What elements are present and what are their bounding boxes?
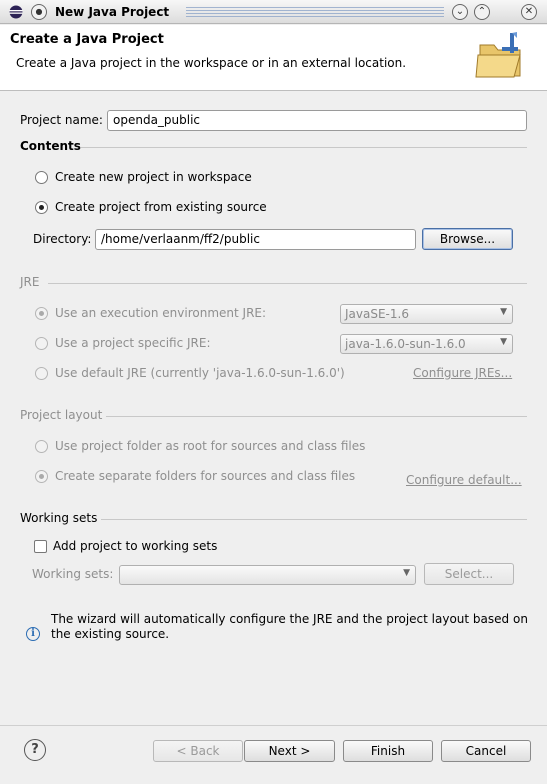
- select-working-sets-button[interactable]: Select...: [424, 563, 514, 585]
- execution-env-label: Use an execution environment JRE:: [55, 306, 267, 320]
- close-icon[interactable]: ✕: [521, 4, 537, 20]
- contents-group-title: Contents: [20, 139, 81, 153]
- create-new-radio[interactable]: [35, 171, 48, 184]
- chevron-down-icon: ▼: [500, 337, 507, 347]
- add-to-working-sets-checkbox[interactable]: [34, 540, 47, 553]
- project-specific-jre-label: Use a project specific JRE:: [55, 336, 211, 350]
- default-jre-radio[interactable]: [35, 367, 48, 380]
- separate-folders-radio[interactable]: [35, 470, 48, 483]
- create-existing-label[interactable]: Create project from existing source: [55, 200, 267, 214]
- info-message-line1: The wizard will automatically configure …: [51, 612, 528, 626]
- jre-group-title: JRE: [20, 275, 40, 289]
- back-button[interactable]: < Back: [153, 740, 243, 762]
- project-specific-jre-value: java-1.6.0-sun-1.6.0: [345, 337, 466, 351]
- project-folder-root-label: Use project folder as root for sources a…: [55, 439, 366, 453]
- wizard-banner: Create a Java Project Create a Java proj…: [0, 25, 547, 91]
- window-title: New Java Project: [55, 5, 170, 19]
- browse-button[interactable]: Browse...: [422, 228, 513, 250]
- separate-folders-label: Create separate folders for sources and …: [55, 469, 356, 483]
- chevron-down-icon: ▼: [500, 307, 507, 317]
- java-project-folder-icon: [475, 32, 521, 78]
- add-to-working-sets-label[interactable]: Add project to working sets: [53, 539, 217, 553]
- working-sets-label: Working sets:: [32, 567, 114, 581]
- working-sets-group-title: Working sets: [20, 511, 98, 525]
- project-specific-jre-select[interactable]: java-1.6.0-sun-1.6.0 ▼: [340, 334, 513, 354]
- project-specific-jre-radio[interactable]: [35, 337, 48, 350]
- info-icon: i: [26, 627, 40, 641]
- configure-jres-link[interactable]: Configure JREs...: [413, 366, 512, 380]
- help-icon[interactable]: ?: [24, 739, 46, 761]
- chevron-down-icon: ▼: [403, 568, 410, 578]
- execution-env-value: JavaSE-1.6: [345, 307, 409, 321]
- execution-env-radio[interactable]: [35, 307, 48, 320]
- next-button[interactable]: Next >: [244, 740, 335, 762]
- project-layout-divider: [106, 416, 527, 417]
- footer-separator: [0, 725, 547, 726]
- default-jre-label: Use default JRE (currently 'java-1.6.0-s…: [55, 366, 345, 380]
- project-name-label: Project name:: [20, 113, 103, 127]
- create-new-label[interactable]: Create new project in workspace: [55, 170, 252, 184]
- maximize-icon[interactable]: ⌃: [474, 4, 490, 20]
- working-sets-select[interactable]: ▼: [119, 565, 416, 585]
- title-bar-decoration: [186, 7, 444, 17]
- banner-description: Create a Java project in the workspace o…: [16, 56, 407, 70]
- project-layout-group-title: Project layout: [20, 408, 103, 422]
- project-name-input[interactable]: openda_public: [107, 110, 527, 131]
- project-folder-root-radio[interactable]: [35, 440, 48, 453]
- jre-divider: [48, 283, 527, 284]
- execution-env-select[interactable]: JavaSE-1.6 ▼: [340, 304, 513, 324]
- eclipse-icon: [9, 5, 23, 19]
- contents-divider: [81, 147, 527, 148]
- configure-default-link[interactable]: Configure default...: [406, 473, 522, 487]
- info-message-line2: the existing source.: [51, 627, 170, 641]
- banner-heading: Create a Java Project: [10, 32, 164, 47]
- finish-button[interactable]: Finish: [343, 740, 433, 762]
- create-existing-radio[interactable]: [35, 201, 48, 214]
- cancel-button[interactable]: Cancel: [441, 740, 531, 762]
- minimize-icon[interactable]: ⌄: [452, 4, 468, 20]
- title-bar: ● New Java Project ⌄ ⌃ ✕: [0, 0, 547, 24]
- directory-input[interactable]: /home/verlaanm/ff2/public: [95, 229, 416, 250]
- working-sets-divider: [101, 519, 527, 520]
- directory-label: Directory:: [33, 232, 92, 246]
- window-menu-icon[interactable]: ●: [31, 4, 47, 20]
